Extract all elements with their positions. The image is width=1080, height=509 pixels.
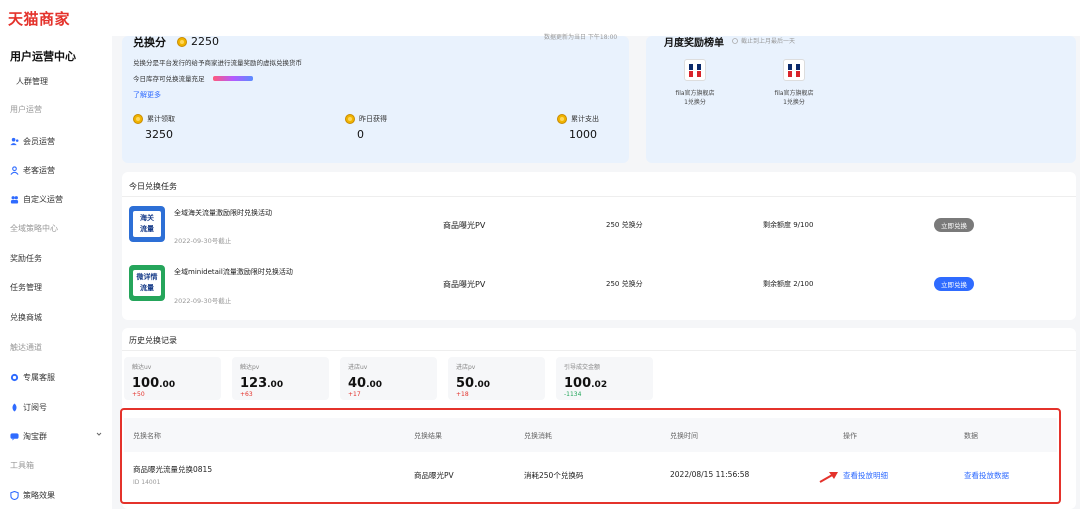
returning-customer-icon [10,166,19,175]
coin-icon [345,114,355,124]
fila-logo[interactable] [783,59,805,81]
task-deadline: 2022-09-30号截止 [174,297,232,305]
strategy-icon [10,491,19,500]
metric-tile-store-pv: 进店pv 50.00 +18 [448,357,545,400]
sidebar-item-returning-customer[interactable]: 老客运营 [10,165,55,176]
stat-total-spent-value: 1000 [569,128,597,141]
sidebar-item-member-operation[interactable]: 会员运营 [10,136,55,147]
ranking-note: 截止到上月最后一天 [732,36,795,45]
sidebar-item-taobao-group[interactable]: 淘宝群 [10,431,47,442]
task-name: 全域海关流量激励限时兑换活动 [174,209,272,217]
exchange-score-value: 2250 [177,35,219,48]
history-title: 历史兑换记录 [129,336,177,345]
sidebar-section-toolbox: 工具箱 [10,461,34,470]
sidebar-item-subscription[interactable]: 订阅号 [10,402,47,413]
sidebar-section-user-operation: 用户运营 [10,105,42,114]
update-note: 数据更新为当日 下午18:00 [544,34,618,41]
sidebar-item-reward-tasks[interactable]: 奖励任务 [10,253,42,264]
task-cost: 250 兑换分 [606,221,643,229]
sidebar-section-strategy-center: 全域策略中心 [10,224,58,233]
coin-icon [177,36,187,47]
subscription-icon [12,403,17,412]
sidebar-title: 用户运营中心 [10,50,76,63]
stock-gradient-bar [212,75,253,81]
service-icon [10,373,19,382]
today-tasks-card [122,172,1076,320]
sidebar-item-crowd-management[interactable]: 人群管理 [16,76,48,87]
task-quota: 剩余额度 2/100 [763,280,814,288]
stat-yesterday-value: 0 [357,128,364,141]
tmall-merchant-logo[interactable]: 天猫商家 [8,8,70,29]
sidebar-item-exchange-mall[interactable]: 兑换商城 [10,312,42,323]
exchange-score-title: 兑换分 [133,36,166,49]
ranking-shop: fila官方旗舰店 1兑换分 [774,90,814,106]
exchange-description: 兑换分是平台发行的给予商家进行流量奖励的虚拟兑换货币 [133,59,302,67]
sidebar-item-strategy-effect[interactable]: 策略效果 [10,490,55,501]
task-type: 商品曝光PV [443,280,486,289]
ranking-shop: fila官方旗舰店 1兑换分 [675,90,715,106]
exchange-score-card [122,36,629,163]
task-deadline: 2022-09-30号截止 [174,237,232,245]
ranking-title: 月度奖励榜单 [664,38,724,49]
chevron-down-icon[interactable] [96,431,102,437]
metric-tile-guided-gmv: 引导成交金额 100.02 -1134 [556,357,653,400]
stock-status: 今日库存可兑换流量充足 [133,73,253,83]
divider [122,196,1076,197]
sidebar-item-dedicated-service[interactable]: 专属客服 [10,372,55,383]
highlight-frame [120,408,1061,504]
today-tasks-title: 今日兑换任务 [129,182,177,191]
top-bar: 天猫商家 [0,0,1080,36]
coin-icon [557,114,567,124]
fila-logo[interactable] [684,59,706,81]
stat-total-received-label: 累计领取 [133,114,175,124]
metric-tile-reach-uv: 触达uv 100.00 +50 [124,357,221,400]
task-cost: 250 兑换分 [606,280,643,288]
sidebar-section-reach-channel: 触达通道 [10,343,42,352]
metric-tile-store-uv: 进店uv 40.00 +17 [340,357,437,400]
task-thumbnail-customs-traffic: 海关 流量 [129,206,165,242]
task-quota: 剩余额度 9/100 [763,221,814,229]
clock-icon [732,37,738,44]
group-icon [10,433,19,441]
members-icon [10,137,19,146]
coin-icon [133,114,143,124]
exchange-now-button[interactable]: 立即兑换 [934,277,974,291]
custom-icon [10,196,19,204]
sidebar-item-task-management[interactable]: 任务管理 [10,282,42,293]
stat-total-spent-label: 累计支出 [557,114,599,124]
metric-tile-reach-pv: 触达pv 123.00 +63 [232,357,329,400]
stat-total-received-value: 3250 [145,128,173,141]
learn-more-link[interactable]: 了解更多 [133,90,161,100]
sidebar-item-custom-operation[interactable]: 自定义运营 [10,194,63,205]
task-type: 商品曝光PV [443,221,486,230]
task-thumbnail-minidetail-traffic: 微详情 流量 [129,265,165,301]
stat-yesterday-label: 昨日获得 [345,114,387,124]
divider [122,350,1076,351]
exchange-now-button[interactable]: 立即兑换 [934,218,974,232]
task-name: 全域minidetail流量激励限时兑换活动 [174,268,293,276]
